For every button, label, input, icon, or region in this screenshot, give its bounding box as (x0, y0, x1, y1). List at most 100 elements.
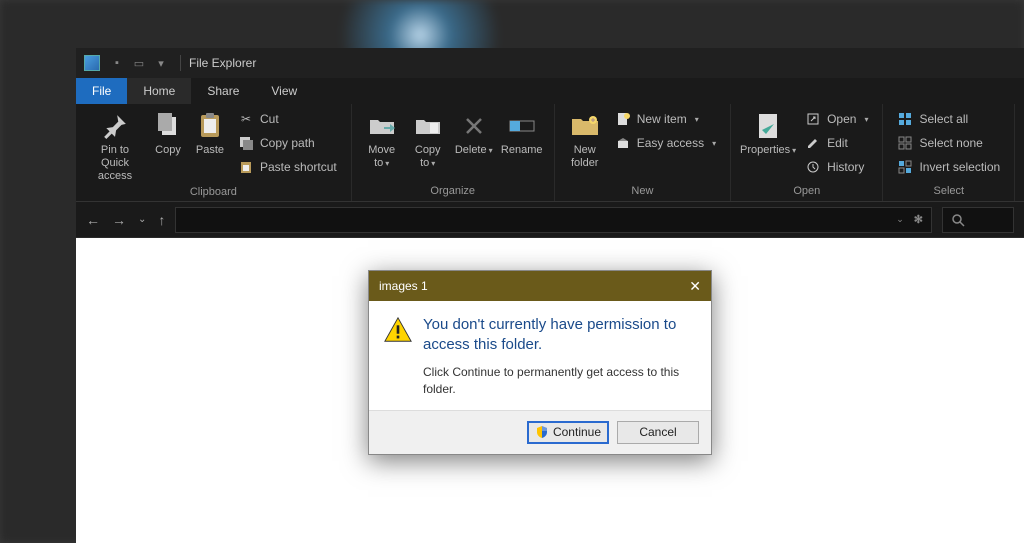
group-open: Properties▾ Open▾ Edit History Open (731, 104, 883, 201)
copy-label: Copy (155, 144, 181, 157)
properties-button[interactable]: Properties▾ (739, 108, 797, 159)
address-dropdown-icon[interactable]: ⌄ (896, 214, 904, 225)
group-select-label: Select (891, 185, 1006, 201)
paste-shortcut-icon (238, 159, 254, 175)
copy-path-icon (238, 135, 254, 151)
open-button[interactable]: Open▾ (799, 108, 874, 130)
history-button[interactable]: History (799, 156, 874, 178)
permission-dialog: images 1 ✕ You don't currently have perm… (368, 270, 712, 455)
app-icon (84, 55, 100, 71)
move-to-button[interactable]: Move to▾ (360, 108, 404, 172)
edit-icon (805, 135, 821, 151)
group-clipboard-label: Clipboard (84, 186, 343, 202)
select-all-button[interactable]: Select all (891, 108, 1006, 130)
select-all-label: Select all (919, 112, 968, 126)
delete-button[interactable]: Delete▾ (452, 108, 496, 159)
warning-icon (383, 315, 411, 343)
group-open-label: Open (739, 185, 874, 201)
new-folder-button[interactable]: New folder (563, 108, 607, 172)
tab-file[interactable]: File (76, 78, 127, 104)
delete-label: Delete▾ (455, 144, 493, 157)
pin-label: Pin to Quick access (86, 144, 144, 184)
copy-to-label: Copy to▾ (408, 144, 448, 170)
new-item-button[interactable]: New item▾ (609, 108, 722, 130)
pin-icon (99, 110, 131, 142)
pin-to-quick-access-button[interactable]: Pin to Quick access (84, 108, 146, 186)
tab-share[interactable]: Share (191, 78, 255, 104)
copy-path-label: Copy path (260, 136, 315, 150)
ribbon-tabs: File Home Share View (76, 78, 1024, 104)
refresh-icon[interactable]: ✻ (914, 213, 923, 226)
properties-label: Properties▾ (740, 144, 796, 157)
group-organize-label: Organize (360, 185, 546, 201)
cancel-label: Cancel (639, 425, 676, 439)
edit-button[interactable]: Edit (799, 132, 874, 154)
tab-view[interactable]: View (255, 78, 313, 104)
forward-button[interactable]: → (112, 212, 126, 228)
move-to-icon (366, 110, 398, 142)
paste-shortcut-label: Paste shortcut (260, 160, 337, 174)
copy-icon (152, 110, 184, 142)
window-title: File Explorer (189, 56, 256, 70)
tab-home[interactable]: Home (127, 78, 191, 104)
cut-label: Cut (260, 112, 279, 126)
copy-to-icon (412, 110, 444, 142)
select-none-button[interactable]: Select none (891, 132, 1006, 154)
rename-icon (506, 110, 538, 142)
address-bar[interactable]: ⌄ ✻ (175, 207, 932, 233)
qat-dropdown-icon[interactable]: ▾ (152, 54, 170, 72)
copy-path-button[interactable]: Copy path (232, 132, 343, 154)
navigation-bar: ← → ⌄ ↑ ⌄ ✻ (76, 202, 1024, 238)
titlebar: ▪ ▭ ▾ File Explorer (76, 48, 1024, 78)
up-button[interactable]: ↑ (158, 212, 165, 228)
recent-dropdown[interactable]: ⌄ (138, 214, 146, 225)
select-all-icon (897, 111, 913, 127)
open-icon (805, 111, 821, 127)
rename-button[interactable]: Rename (498, 108, 546, 159)
paste-icon (194, 110, 226, 142)
dialog-sub-text: Click Continue to permanently get access… (423, 364, 697, 398)
dialog-titlebar: images 1 ✕ (369, 271, 711, 301)
delete-icon (458, 110, 490, 142)
paste-shortcut-button[interactable]: Paste shortcut (232, 156, 343, 178)
cut-icon: ✂ (238, 111, 254, 127)
uac-shield-icon (535, 425, 549, 439)
search-icon (951, 213, 965, 227)
ribbon: Pin to Quick access Copy Paste ✂ Cut Copy… (76, 104, 1024, 202)
cut-button[interactable]: ✂ Cut (232, 108, 343, 130)
dialog-main-text: You don't currently have permission to a… (423, 315, 697, 354)
back-button[interactable]: ← (86, 212, 100, 228)
new-item-icon (615, 111, 631, 127)
titlebar-separator (180, 55, 181, 71)
paste-button[interactable]: Paste (190, 108, 230, 159)
select-none-icon (897, 135, 913, 151)
copy-to-button[interactable]: Copy to▾ (406, 108, 450, 172)
continue-button[interactable]: Continue (527, 421, 609, 444)
group-new-label: New (563, 185, 722, 201)
dialog-close-button[interactable]: ✕ (689, 278, 701, 295)
easy-access-button[interactable]: Easy access▾ (609, 132, 722, 154)
paste-label: Paste (196, 144, 224, 157)
group-clipboard: Pin to Quick access Copy Paste ✂ Cut Copy… (76, 104, 352, 201)
easy-access-icon (615, 135, 631, 151)
cancel-button[interactable]: Cancel (617, 421, 699, 444)
history-icon (805, 159, 821, 175)
qat-properties-icon[interactable]: ▪ (108, 54, 126, 72)
invert-label: Invert selection (919, 160, 1000, 174)
group-select: Select all Select none Invert selection … (883, 104, 1015, 201)
open-label: Open (827, 112, 856, 126)
select-none-label: Select none (919, 136, 982, 150)
rename-label: Rename (501, 144, 543, 157)
continue-label: Continue (553, 425, 601, 439)
history-label: History (827, 160, 864, 174)
copy-button[interactable]: Copy (148, 108, 188, 159)
new-item-label: New item (637, 112, 687, 126)
qat-newfolder-icon[interactable]: ▭ (130, 54, 148, 72)
quick-access-toolbar: ▪ ▭ ▾ (108, 54, 170, 72)
properties-icon (752, 110, 784, 142)
invert-selection-button[interactable]: Invert selection (891, 156, 1006, 178)
group-new: New folder New item▾ Easy access▾ New (555, 104, 731, 201)
group-organize: Move to▾ Copy to▾ Delete▾ Rename Organiz… (352, 104, 555, 201)
search-box[interactable] (942, 207, 1014, 233)
new-folder-icon (569, 110, 601, 142)
